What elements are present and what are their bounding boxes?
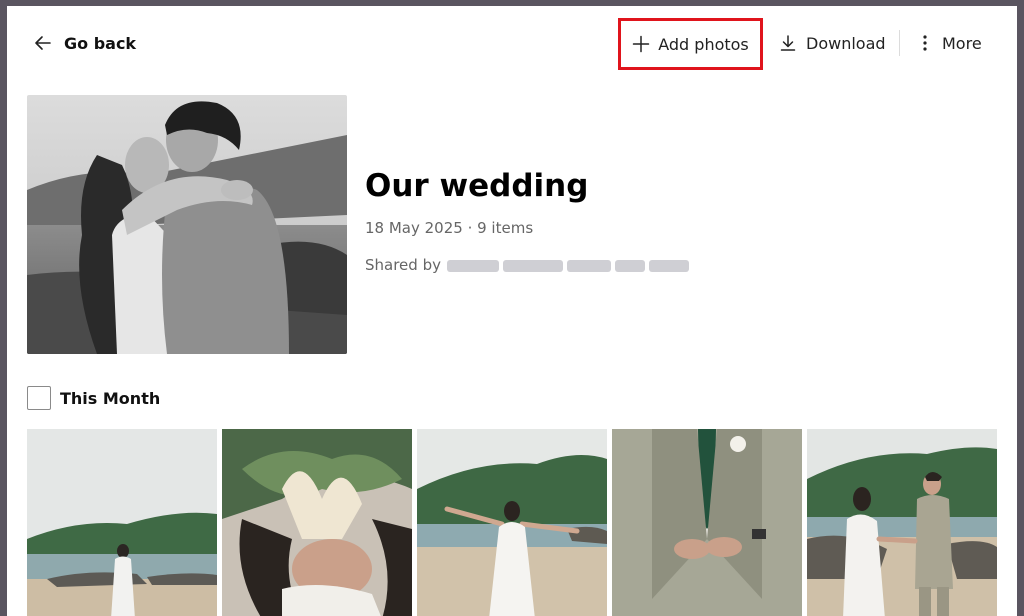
photo-thumbnail[interactable] [612,429,802,616]
toolbar-divider [899,30,900,56]
download-button[interactable]: Download [779,27,886,59]
plus-icon [632,35,650,53]
arrow-left-icon [33,33,53,53]
add-photos-button[interactable]: Add photos [618,18,763,70]
album-cover-image[interactable] [27,95,347,354]
photo-thumbnail[interactable] [417,429,607,616]
shared-by-label: Shared by [365,256,441,274]
select-month-checkbox[interactable] [27,386,51,410]
photo-thumbnail[interactable] [222,429,412,616]
album-page: Go back Add photos Download More Our wed… [7,6,1017,616]
add-photos-label: Add photos [658,34,749,54]
more-button[interactable]: More [922,27,982,59]
section-label: This Month [60,388,161,408]
more-label: More [942,33,982,53]
toolbar: Go back Add photos Download More [7,6,1017,80]
photo-thumbnail[interactable] [807,429,997,616]
photo-thumbnail[interactable] [27,429,217,616]
redacted-owner-name [446,258,691,272]
album-meta: 18 May 2025 · 9 items [365,219,534,237]
download-icon [779,34,797,52]
go-back-label: Go back [64,33,137,53]
album-shared-by: Shared by [365,256,691,274]
album-title: Our wedding [365,168,589,204]
vertical-ellipsis-icon [922,34,928,52]
photo-grid [27,429,998,616]
go-back-button[interactable]: Go back [33,27,136,59]
download-label: Download [806,33,886,53]
section-header: This Month [27,386,160,410]
